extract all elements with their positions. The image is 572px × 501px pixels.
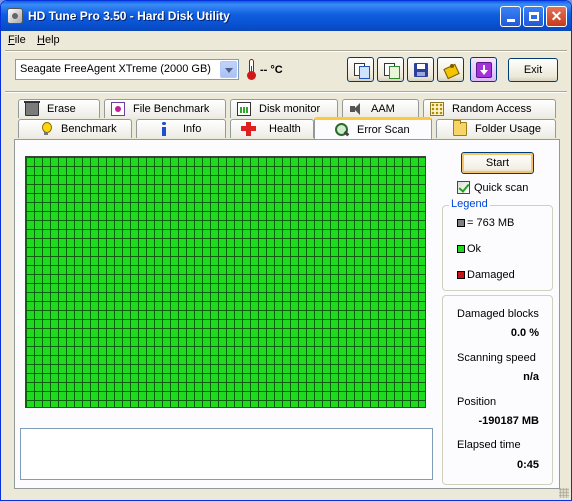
tab-folder-usage-label: Folder Usage	[475, 123, 542, 135]
tab-random-access-label: Random Access	[452, 103, 532, 115]
menu-file-accel: F	[8, 34, 15, 46]
copy-screenshot-icon	[383, 62, 400, 79]
save-icon	[413, 62, 428, 77]
tab-benchmark-label: Benchmark	[61, 123, 117, 135]
magnifier-icon	[335, 122, 349, 137]
tab-random-access[interactable]: Random Access	[423, 99, 556, 118]
start-button[interactable]: Start	[461, 152, 534, 174]
scan-stats-group	[442, 295, 553, 485]
app-window: HD Tune Pro 3.50 - Hard Disk Utility ✕ F…	[0, 0, 572, 501]
random-access-icon	[430, 102, 444, 116]
copy-text-icon	[353, 62, 370, 79]
exit-button[interactable]: Exit	[508, 58, 558, 82]
legend-block-size-label: = 763 MB	[467, 217, 515, 229]
disk-monitor-icon	[237, 102, 251, 116]
damaged-swatch	[457, 271, 465, 279]
tab-erase-label: Erase	[47, 103, 76, 115]
temperature-readout: -- °C	[260, 64, 283, 76]
tab-disk-monitor-label: Disk monitor	[259, 103, 321, 115]
resize-grip[interactable]	[559, 488, 569, 498]
ok-swatch	[457, 245, 465, 253]
exit-down-icon	[475, 61, 492, 78]
damaged-blocks-label: Damaged blocks	[457, 308, 539, 320]
trash-icon	[24, 101, 40, 116]
block-swatch	[457, 219, 465, 227]
menu-file[interactable]: File	[8, 34, 26, 46]
elapsed-time-value: 0:45	[516, 459, 539, 471]
tab-folder-usage[interactable]: Folder Usage	[436, 119, 556, 138]
info-icon	[157, 122, 171, 136]
menu-bar: File Help	[1, 31, 571, 51]
menu-divider	[5, 50, 567, 52]
folder-icon	[453, 120, 467, 136]
copy-text-button[interactable]	[347, 57, 374, 82]
close-button[interactable]: ✕	[546, 6, 567, 27]
menu-help[interactable]: Help	[37, 34, 60, 46]
scan-log-box[interactable]	[20, 428, 433, 480]
legend-damaged-label: Damaged	[467, 269, 515, 281]
toolbar-divider	[5, 91, 567, 93]
window-title: HD Tune Pro 3.50 - Hard Disk Utility	[28, 9, 230, 23]
tab-file-benchmark[interactable]: File Benchmark	[104, 99, 226, 118]
copy-screenshot-button[interactable]	[377, 57, 404, 82]
options-button[interactable]	[437, 57, 464, 82]
tab-health-label: Health	[269, 123, 301, 135]
tab-aam[interactable]: AAM	[342, 99, 419, 118]
tab-info-label: Info	[183, 123, 202, 135]
maximize-button[interactable]	[523, 6, 544, 27]
save-button[interactable]	[407, 57, 434, 82]
app-disk-icon[interactable]	[7, 8, 23, 24]
file-benchmark-icon	[111, 102, 125, 116]
close-icon: ✕	[550, 8, 563, 24]
menu-help-label: elp	[44, 34, 60, 46]
health-cross-icon	[241, 122, 256, 136]
title-bar[interactable]: HD Tune Pro 3.50 - Hard Disk Utility ✕	[1, 1, 571, 31]
scanning-speed-label: Scanning speed	[457, 352, 536, 364]
tab-info[interactable]: Info	[136, 119, 226, 138]
maximize-icon	[528, 12, 539, 21]
legend-block-size: = 763 MB	[457, 217, 514, 229]
lightbulb-icon	[39, 122, 53, 136]
tab-error-scan[interactable]: Error Scan	[314, 117, 432, 139]
position-value: -190187 MB	[478, 415, 539, 427]
tab-file-benchmark-label: File Benchmark	[133, 103, 210, 115]
quick-scan-option[interactable]: Quick scan	[457, 181, 528, 194]
thermometer-icon	[247, 59, 256, 80]
scanning-speed-value: n/a	[523, 371, 539, 383]
tab-health[interactable]: Health	[230, 119, 314, 138]
drive-select[interactable]: Seagate FreeAgent XTreme (2000 GB)	[15, 59, 239, 80]
chevron-down-icon[interactable]	[220, 61, 237, 78]
position-label: Position	[457, 396, 497, 408]
minimize-button[interactable]	[500, 6, 521, 27]
tab-benchmark[interactable]: Benchmark	[18, 119, 132, 138]
exit-down-button[interactable]	[470, 57, 497, 82]
legend-ok: Ok	[457, 243, 481, 255]
options-icon	[443, 62, 459, 78]
tab-error-scan-label: Error Scan	[357, 123, 410, 136]
legend-ok-label: Ok	[467, 243, 482, 255]
elapsed-time-label: Elapsed time	[457, 439, 521, 451]
menu-file-label: ile	[14, 34, 26, 46]
quick-scan-label: Quick scan	[474, 181, 529, 194]
tab-disk-monitor[interactable]: Disk monitor	[230, 99, 338, 118]
tab-aam-label: AAM	[371, 103, 395, 115]
quick-scan-checkbox[interactable]	[457, 181, 470, 194]
menu-help-accel: H	[37, 34, 45, 46]
speaker-icon	[349, 102, 363, 116]
damaged-blocks-value: 0.0 %	[510, 327, 539, 339]
scan-block-grid	[25, 156, 426, 408]
minimize-icon	[506, 19, 515, 22]
drive-select-value: Seagate FreeAgent XTreme (2000 GB)	[20, 63, 211, 75]
tab-erase[interactable]: Erase	[18, 99, 100, 118]
legend-damaged: Damaged	[457, 269, 515, 281]
legend-title: Legend	[449, 198, 490, 210]
